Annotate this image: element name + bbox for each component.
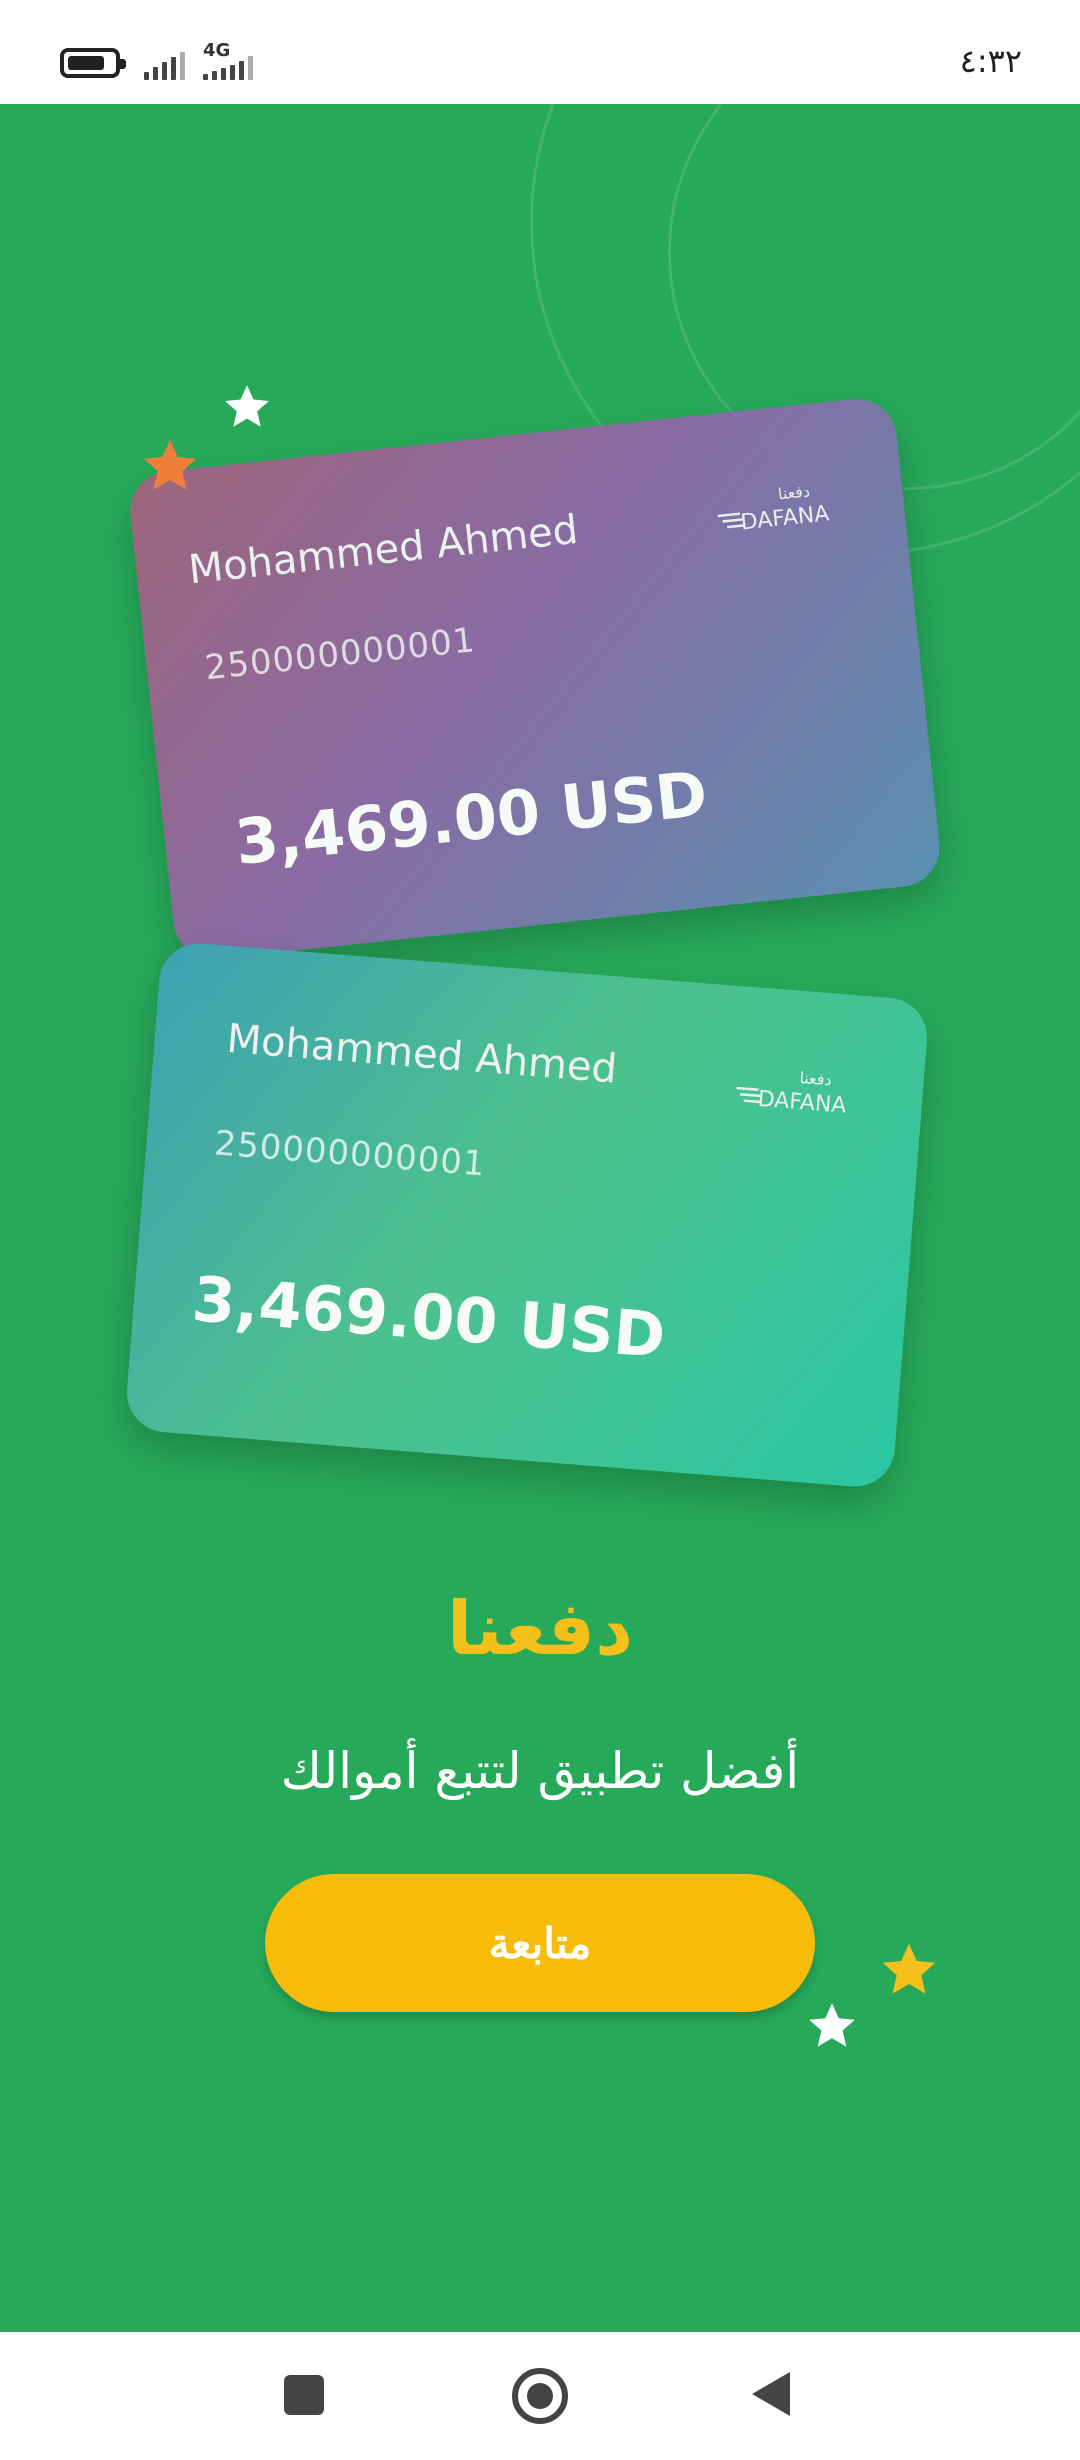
yellow-star-icon	[882, 1943, 936, 1994]
card-account-number: 250000000001	[213, 1123, 487, 1185]
orange-star-icon	[143, 439, 197, 490]
card-balance: 3,469.00 USD	[189, 1262, 668, 1373]
dafana-logo-icon: دفعنا DAFANA	[736, 1068, 847, 1119]
card-holder-name: Mohammed Ahmed	[186, 506, 581, 594]
recent-apps-icon[interactable]	[284, 2375, 324, 2415]
continue-button-label: متابعة	[488, 1919, 592, 1967]
status-time: ٤:٣٢	[959, 42, 1022, 80]
dafana-logo-icon: دفعنا DAFANA	[717, 481, 831, 536]
navigation-bar	[0, 2332, 1080, 2460]
white-star-icon	[225, 385, 269, 427]
signal-4g-icon	[203, 56, 253, 80]
home-icon[interactable]	[512, 2368, 568, 2424]
continue-button[interactable]: متابعة	[265, 1874, 815, 2012]
card-account-number: 250000000001	[202, 620, 478, 689]
svg-text:دفعنا: دفعنا	[799, 1068, 833, 1089]
svg-text:DAFANA: DAFANA	[757, 1087, 847, 1119]
signal-icon	[144, 48, 185, 80]
svg-text:دفعنا: دفعنا	[777, 481, 811, 503]
tagline: أفضل تطبيق لتتبع أموالك	[280, 1742, 800, 1800]
status-bar: 4G ٤:٣٢	[0, 0, 1080, 104]
balance-card-1[interactable]: Mohammed Ahmed 250000000001 3,469.00 USD…	[126, 395, 944, 963]
battery-icon	[60, 48, 126, 78]
card-holder-name: Mohammed Ahmed	[225, 1015, 619, 1093]
svg-text:DAFANA: DAFANA	[740, 501, 831, 535]
back-icon[interactable]	[752, 2372, 790, 2416]
white-star-icon	[809, 2003, 855, 2047]
card-balance: 3,469.00 USD	[231, 756, 711, 880]
onboarding-screen: Mohammed Ahmed 250000000001 3,469.00 USD…	[0, 104, 1080, 2332]
app-title: دفعنا	[446, 1586, 634, 1672]
balance-card-2[interactable]: Mohammed Ahmed 250000000001 3,469.00 USD…	[123, 940, 931, 1490]
